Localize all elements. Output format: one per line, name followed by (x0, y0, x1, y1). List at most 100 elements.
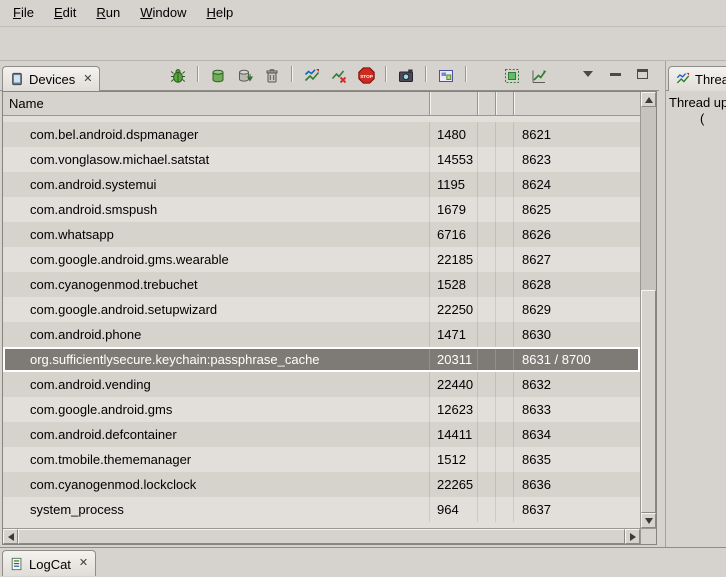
process-port: 8635 (514, 447, 640, 472)
scroll-right-button[interactable] (625, 529, 640, 544)
vertical-scroll-track[interactable] (641, 107, 656, 513)
minimize-icon[interactable] (606, 65, 624, 83)
column-header-heap[interactable] (478, 92, 496, 115)
device-row[interactable]: com.tmobile.thememanager 1512 8635 (3, 447, 640, 472)
update-heap-icon[interactable] (209, 67, 227, 85)
device-row[interactable]: org.sufficientlysecure.keychain:passphra… (3, 347, 640, 372)
horizontal-scroll-track[interactable] (18, 529, 625, 544)
column-header-threads[interactable] (496, 92, 514, 115)
tab-logcat[interactable]: LogCat ✕ (2, 550, 96, 576)
process-threads-cell (496, 172, 514, 197)
process-threads-cell (496, 272, 514, 297)
column-header-name[interactable]: Name (3, 92, 430, 115)
process-name: com.vonglasow.michael.satstat (3, 147, 430, 172)
threads-tab-label: Threads (695, 71, 726, 87)
device-row[interactable]: com.whatsapp 6716 8626 (3, 222, 640, 247)
device-row[interactable]: com.android.phone 1471 8630 (3, 322, 640, 347)
device-row[interactable]: com.google.android.setupwizard 22250 862… (3, 297, 640, 322)
scrollbar-corner (640, 528, 656, 544)
process-pid: 14411 (430, 422, 478, 447)
process-threads-cell (496, 397, 514, 422)
menu-bar: File Edit Run Window Help (0, 0, 726, 26)
device-row[interactable]: com.google.android.gms.wearable 22185 86… (3, 247, 640, 272)
device-row[interactable]: com.android.vending 22440 8632 (3, 372, 640, 397)
process-heap-cell (478, 372, 496, 397)
process-heap-cell (478, 222, 496, 247)
device-row[interactable]: com.cyanogenmod.lockclock 22265 8636 (3, 472, 640, 497)
dump-hprof-icon[interactable] (236, 67, 254, 85)
logcat-tab-icon (10, 557, 24, 571)
capture-view-icon[interactable] (437, 67, 455, 85)
process-threads-cell (496, 222, 514, 247)
tracer-grid-icon[interactable] (503, 67, 521, 85)
toolbar-separator (385, 66, 387, 82)
process-pid: 1195 (430, 172, 478, 197)
cause-gc-icon[interactable] (263, 67, 281, 85)
tab-devices[interactable]: Devices ✕ (2, 66, 100, 91)
device-rows: com.bel.android.dspmanager 1480 8621 com… (3, 116, 640, 528)
process-heap-cell (478, 272, 496, 297)
process-heap-cell (478, 422, 496, 447)
device-row[interactable]: com.android.smspush 1679 8625 (3, 197, 640, 222)
logcat-tab-label: LogCat (29, 556, 71, 572)
device-row[interactable]: com.android.systemui 1195 8624 (3, 172, 640, 197)
opengl-trace-icon[interactable] (530, 67, 548, 85)
method-profiling-icon[interactable] (330, 67, 348, 85)
vertical-scrollbar[interactable] (640, 92, 656, 528)
process-name: com.android.smspush (3, 197, 430, 222)
device-row[interactable]: com.google.android.gms 12623 8633 (3, 397, 640, 422)
devices-view: Devices ✕ (0, 61, 659, 547)
process-threads-cell (496, 247, 514, 272)
process-port: 8626 (514, 222, 640, 247)
horizontal-scrollbar[interactable] (3, 528, 640, 544)
menu-help[interactable]: Help (196, 0, 243, 26)
maximize-icon[interactable] (633, 65, 651, 83)
menu-edit[interactable]: Edit (44, 0, 86, 26)
horizontal-scroll-thumb[interactable] (18, 529, 625, 544)
threads-tabbar: Threads ✕ (666, 61, 726, 91)
scroll-left-button[interactable] (3, 529, 18, 544)
toolbar-separator (291, 66, 293, 82)
process-port: 8623 (514, 147, 640, 172)
menu-run[interactable]: Run (86, 0, 130, 26)
process-name: com.google.android.setupwizard (3, 297, 430, 322)
menu-window[interactable]: Window (130, 0, 196, 26)
device-row[interactable]: com.android.defcontainer 14411 8634 (3, 422, 640, 447)
scroll-down-button[interactable] (641, 513, 656, 528)
view-window-buttons (579, 65, 651, 86)
screen-capture-icon[interactable] (397, 67, 415, 85)
column-header-pid[interactable] (430, 92, 478, 115)
process-port: 8624 (514, 172, 640, 197)
threads-message-line1: Thread up (669, 95, 723, 111)
threads-message: Thread up ( (666, 91, 726, 547)
menu-file[interactable]: File (3, 0, 44, 26)
column-header-port[interactable] (514, 92, 640, 115)
device-tab-icon (10, 72, 24, 86)
close-icon[interactable]: ✕ (79, 558, 88, 569)
vertical-scroll-thumb[interactable] (641, 290, 656, 513)
device-row[interactable]: com.cyanogenmod.trebuchet 1528 8628 (3, 272, 640, 297)
process-name: com.whatsapp (3, 222, 430, 247)
device-row[interactable]: com.bel.android.dspmanager 1480 8621 (3, 122, 640, 147)
scroll-up-button[interactable] (641, 92, 656, 107)
process-name: com.google.android.gms.wearable (3, 247, 430, 272)
debug-icon[interactable] (169, 67, 187, 85)
close-icon[interactable]: ✕ (83, 74, 92, 85)
process-pid: 22440 (430, 372, 478, 397)
process-port: 8621 (514, 122, 640, 147)
device-row[interactable]: system_process 964 8637 (3, 497, 640, 522)
process-threads-cell (496, 497, 514, 522)
tab-threads[interactable]: Threads ✕ (668, 66, 726, 91)
table-header: Name (3, 92, 640, 116)
process-name: system_process (3, 497, 430, 522)
devices-tabbar: Devices ✕ (0, 61, 659, 91)
process-pid: 1512 (430, 447, 478, 472)
process-port: 8630 (514, 322, 640, 347)
process-name: com.android.phone (3, 322, 430, 347)
process-threads-cell (496, 147, 514, 172)
stop-process-icon[interactable]: STOP (357, 67, 375, 85)
device-row[interactable]: com.vonglasow.michael.satstat 14553 8623 (3, 147, 640, 172)
process-heap-cell (478, 447, 496, 472)
update-threads-icon[interactable] (303, 67, 321, 85)
view-menu-icon[interactable] (579, 65, 597, 83)
